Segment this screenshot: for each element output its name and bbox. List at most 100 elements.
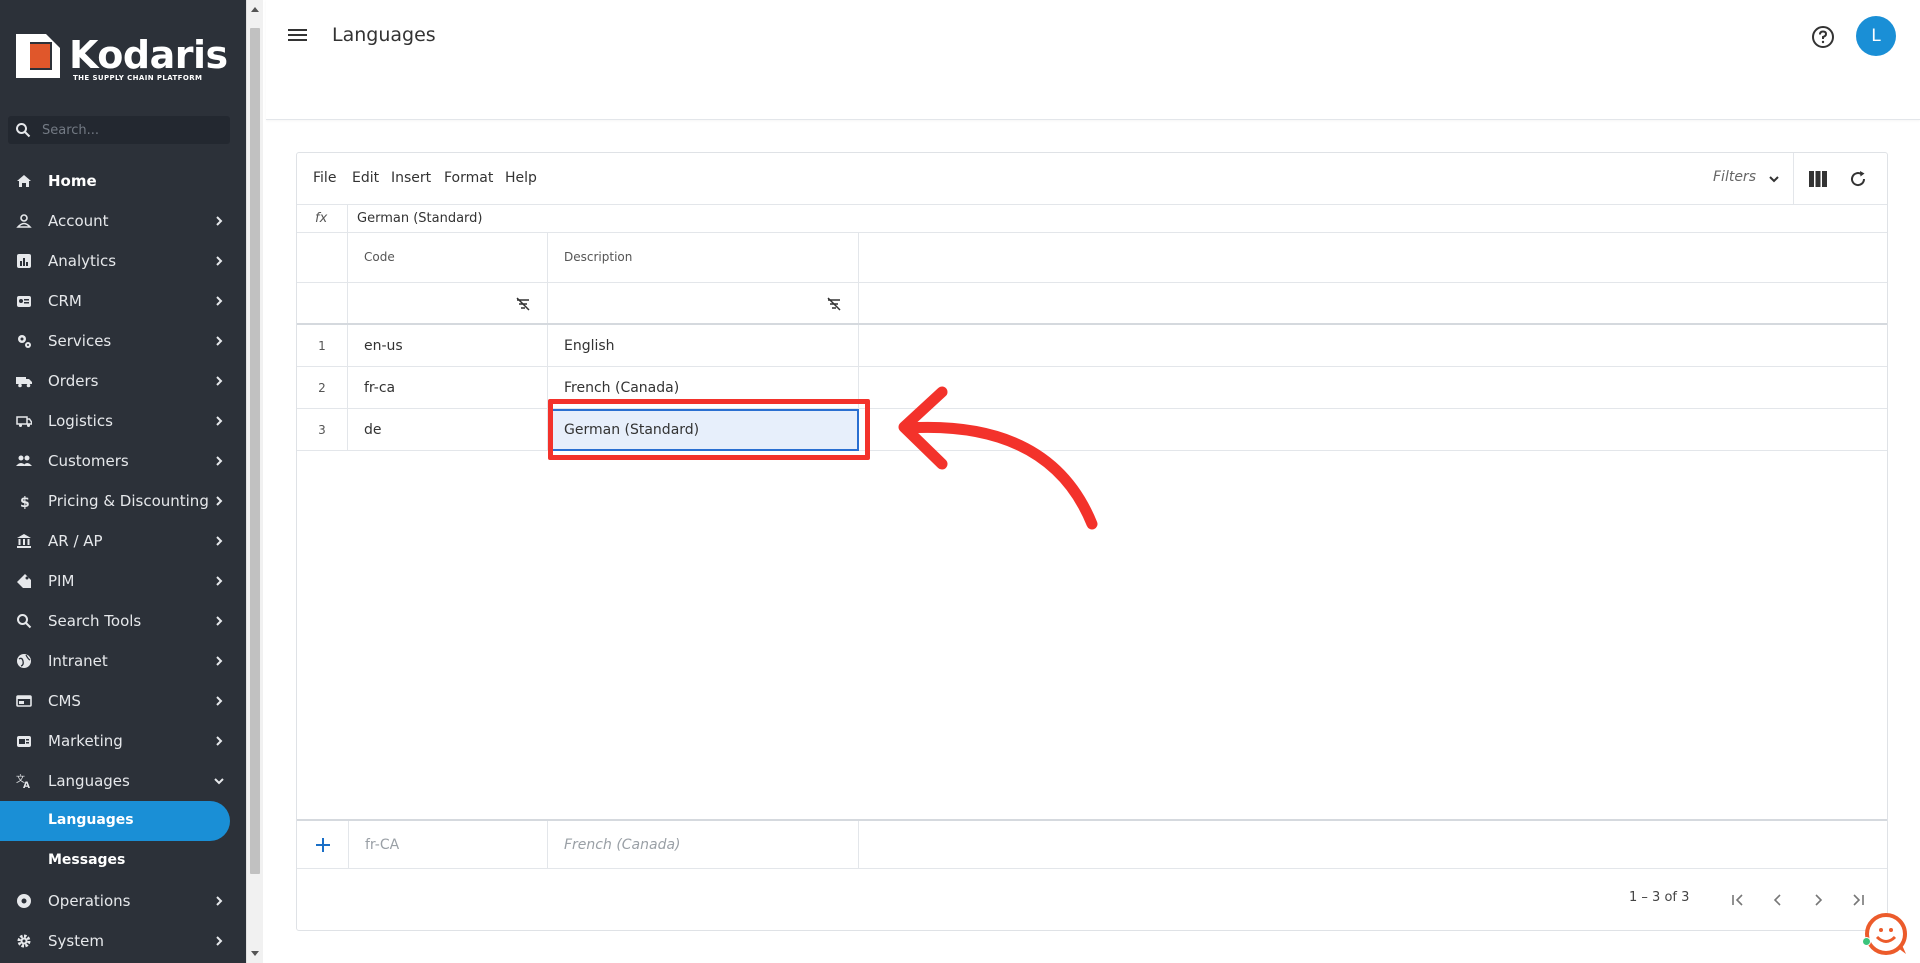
sidebar-item-intranet[interactable]: Intranet (0, 641, 246, 681)
sidebar-item-label: Operations (48, 892, 131, 910)
columns-icon[interactable] (1809, 171, 1827, 187)
column-header-label: Description (564, 250, 633, 264)
sidebar-item-label: Account (48, 212, 109, 230)
chevron-down-icon[interactable] (1767, 172, 1781, 186)
sidebar-item-crm[interactable]: CRM (0, 281, 246, 321)
filter-off-icon[interactable] (826, 296, 842, 312)
chat-support-icon[interactable] (1864, 912, 1908, 956)
truck-icon (16, 377, 32, 388)
grid-menubar: File Edit Insert Format Help Filters (297, 153, 1887, 205)
scrollbar-thumb[interactable] (250, 28, 260, 874)
cell-description-selected[interactable]: German (Standard) (548, 409, 859, 451)
cell-description[interactable]: English (548, 325, 859, 367)
user-avatar[interactable]: L (1856, 16, 1896, 56)
services-icon (18, 335, 31, 348)
sidebar-item-label: Home (48, 172, 97, 190)
filter-cell-code[interactable] (348, 283, 548, 323)
analytics-icon (17, 254, 31, 268)
refresh-icon[interactable] (1849, 170, 1867, 188)
formula-bar: fx German (Standard) (297, 205, 1887, 233)
help-icon[interactable] (1811, 25, 1835, 49)
filters-dropdown[interactable]: Filters (1713, 169, 1756, 185)
hamburger-menu-icon[interactable] (288, 26, 312, 46)
sidebar-item-system[interactable]: System (0, 921, 246, 961)
sidebar-item-account[interactable]: Account (0, 201, 246, 241)
sidebar-item-logistics[interactable]: Logistics (0, 401, 246, 441)
new-description-input[interactable] (564, 833, 734, 857)
grid-filter-row (297, 283, 1887, 325)
formula-label: fx (315, 211, 328, 226)
chevron-right-icon (216, 336, 223, 346)
sidebar-item-analytics[interactable]: Analytics (0, 241, 246, 281)
sidebar-item-languages[interactable]: 文A Languages (0, 761, 246, 801)
new-code-input[interactable] (365, 833, 535, 857)
cell-code[interactable]: de (348, 409, 548, 451)
marketing-icon (17, 736, 31, 747)
sidebar-scrollbar[interactable] (246, 0, 263, 963)
cell-code[interactable]: en-us (348, 325, 548, 367)
table-row[interactable]: 2 fr-ca French (Canada) (297, 367, 1887, 409)
search-icon (16, 123, 31, 138)
sidebar-item-cms[interactable]: CMS (0, 681, 246, 721)
sidebar-item-operations[interactable]: Operations (0, 881, 246, 921)
chevron-right-icon (216, 896, 223, 906)
chevron-right-icon (216, 456, 223, 466)
row-number-header (297, 233, 348, 282)
sidebar-subitem-languages[interactable]: Languages (0, 801, 230, 841)
scroll-down-icon[interactable] (251, 951, 259, 956)
grid-header-row: Code Description (297, 233, 1887, 283)
logistics-icon (16, 416, 32, 427)
next-page-icon[interactable] (1809, 891, 1827, 909)
sidebar-item-home[interactable]: Home (0, 161, 246, 201)
kodaris-logo[interactable]: Kodaris THE SUPPLY CHAIN PLATFORM (16, 34, 228, 82)
add-row-icon[interactable] (313, 835, 333, 855)
filter-cell-description[interactable] (548, 283, 859, 323)
filter-off-icon[interactable] (515, 296, 531, 312)
previous-page-icon[interactable] (1769, 891, 1787, 909)
last-page-icon[interactable] (1849, 891, 1867, 909)
sidebar-search-input[interactable] (42, 118, 222, 142)
sidebar-item-customers[interactable]: Customers (0, 441, 246, 481)
sidebar-item-pricing[interactable]: $ Pricing & Discounting (0, 481, 246, 521)
chevron-right-icon (216, 736, 223, 746)
chevron-right-icon (216, 496, 223, 506)
sidebar-subitem-messages[interactable]: Messages (0, 841, 246, 881)
cell-description[interactable]: French (Canada) (548, 367, 859, 409)
sidebar-subitem-label: Languages (48, 812, 134, 828)
column-header-code[interactable]: Code (348, 233, 548, 282)
sidebar-item-orders[interactable]: Orders (0, 361, 246, 401)
column-header-label: Code (364, 250, 395, 264)
search-icon (17, 614, 32, 629)
menu-file[interactable]: File (313, 170, 336, 186)
sidebar-item-search-tools[interactable]: Search Tools (0, 601, 246, 641)
sidebar-item-services[interactable]: Services (0, 321, 246, 361)
globe-icon (17, 654, 31, 668)
cell-code[interactable]: fr-ca (348, 367, 548, 409)
customers-icon (16, 455, 32, 466)
sidebar-item-label: Marketing (48, 732, 123, 750)
new-row-code-cell (348, 821, 548, 869)
sidebar-subitem-label: Messages (48, 852, 126, 868)
home-icon (17, 175, 31, 187)
new-row-entry (297, 819, 1887, 869)
sidebar-item-label: AR / AP (48, 532, 103, 550)
scroll-up-icon[interactable] (251, 7, 259, 12)
first-page-icon[interactable] (1729, 891, 1747, 909)
translate-icon: 文A (16, 773, 30, 789)
sidebar-item-label: Intranet (48, 652, 108, 670)
sidebar-item-ar-ap[interactable]: AR / AP (0, 521, 246, 561)
dollar-icon: $ (20, 495, 30, 509)
sidebar-item-pim[interactable]: PIM (0, 561, 246, 601)
sidebar-item-marketing[interactable]: Marketing (0, 721, 246, 761)
menu-help[interactable]: Help (505, 170, 537, 186)
sidebar-item-label: Languages (48, 772, 130, 790)
menu-format[interactable]: Format (444, 170, 493, 186)
menu-edit[interactable]: Edit (352, 170, 379, 186)
row-number: 3 (297, 409, 348, 451)
formula-value[interactable]: German (Standard) (357, 211, 482, 226)
menu-insert[interactable]: Insert (391, 170, 431, 186)
new-row-description-cell (548, 821, 859, 869)
table-row[interactable]: 3 de German (Standard) (297, 409, 1887, 451)
table-row[interactable]: 1 en-us English (297, 325, 1887, 367)
column-header-description[interactable]: Description (548, 233, 859, 282)
